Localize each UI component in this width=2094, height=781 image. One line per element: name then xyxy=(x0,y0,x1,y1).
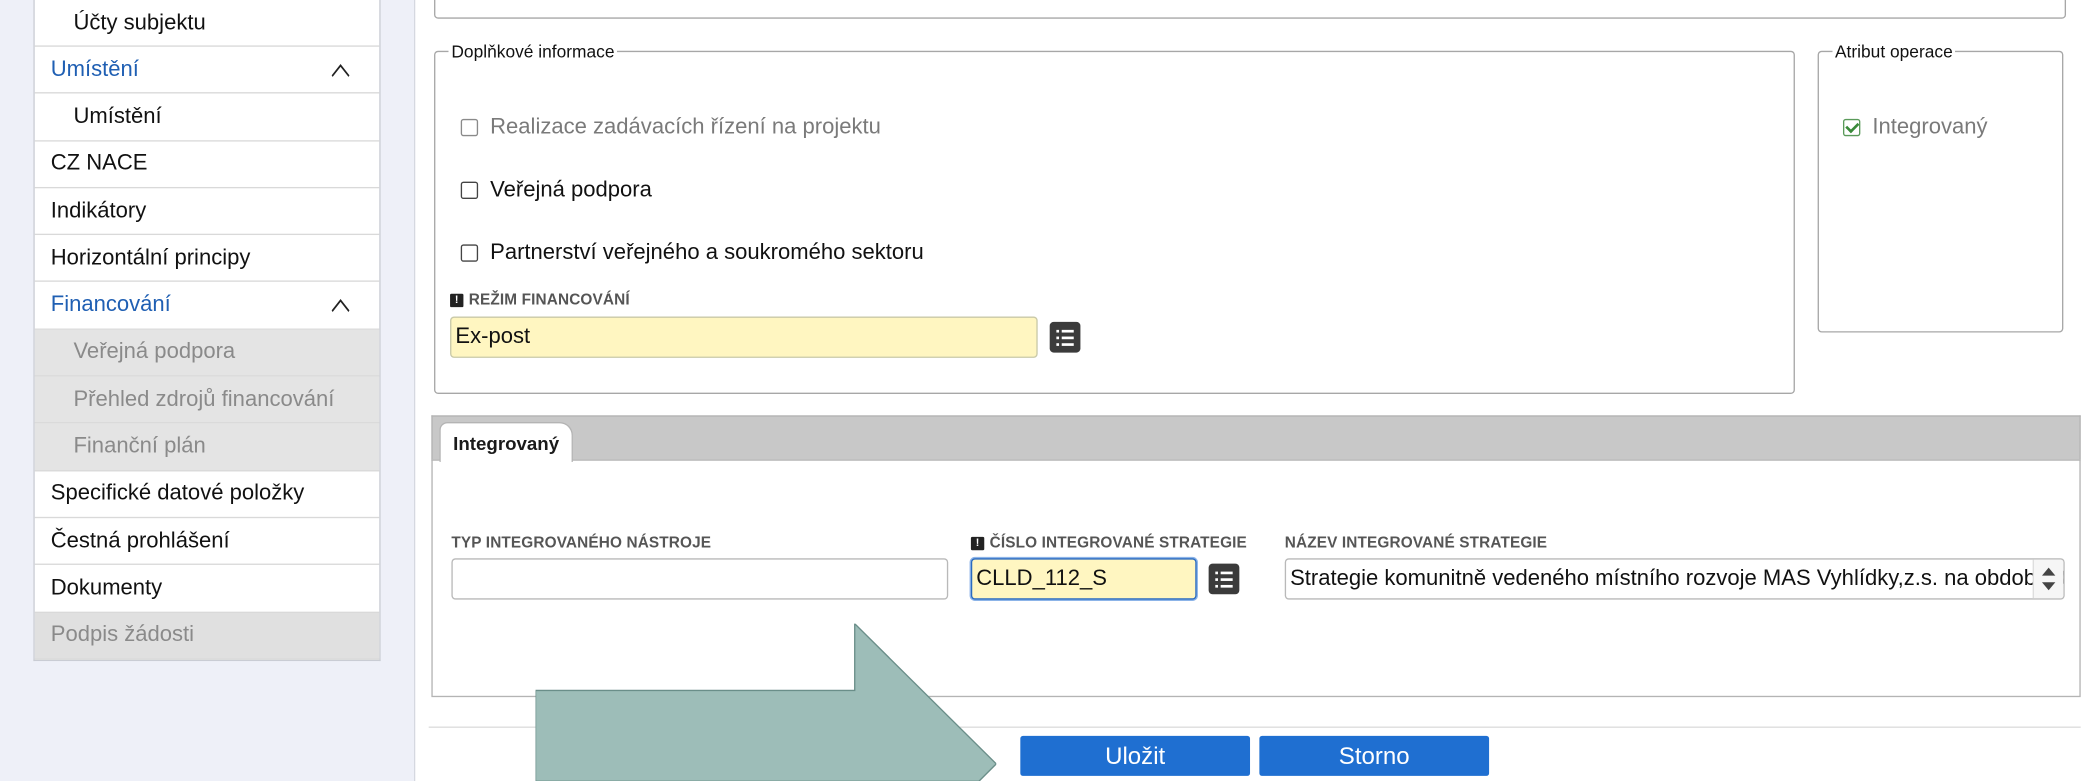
cislo-integrovane-strategie-label: ! ČÍSLO INTEGROVANÉ STRATEGIE xyxy=(970,535,1247,552)
tab-strip xyxy=(431,415,2081,461)
chevron-up-icon[interactable] xyxy=(331,61,350,80)
checkbox-label: Veřejná podpora xyxy=(490,177,652,202)
arrow-down-icon[interactable] xyxy=(2041,582,2056,591)
chevron-up-icon[interactable] xyxy=(331,297,350,316)
previous-section-frame xyxy=(434,0,2067,19)
cancel-button[interactable]: Storno xyxy=(1259,735,1490,776)
label-text: ČÍSLO INTEGROVANÉ STRATEGIE xyxy=(989,535,1247,552)
required-icon: ! xyxy=(450,293,464,308)
sidebar-item-umisteni[interactable]: Umístění xyxy=(34,94,380,142)
sidebar-item-horizontalni-principy[interactable]: Horizontální principy xyxy=(34,235,380,283)
verejna-podpora-checkbox[interactable] xyxy=(460,181,479,199)
panel-legend: Atribut operace xyxy=(1834,41,1953,62)
label-text: TYP INTEGROVANÉHO NÁSTROJE xyxy=(451,535,712,552)
label-text: REŽIM FINANCOVÁNÍ xyxy=(468,292,630,309)
typ-integrovaneho-nastroje-field[interactable] xyxy=(451,558,949,600)
nazev-integrovane-strategie-field[interactable]: Strategie komunitně vedeného místního ro… xyxy=(1284,558,2065,600)
panel-legend: Doplňkové informace xyxy=(451,41,615,62)
cislo-integrovane-strategie-field[interactable]: CLLD_112_S xyxy=(970,558,1197,600)
save-button[interactable]: Uložit xyxy=(1020,735,1251,776)
partnerstvi-checkbox-row: Partnerství veřejného a soukromého sekto… xyxy=(460,240,924,265)
atribut-operace-panel: Atribut operace Integrovaný xyxy=(1817,41,2064,333)
scroll-spinner[interactable] xyxy=(2032,559,2064,599)
sidebar-item-cestna-prohlaseni[interactable]: Čestná prohlášení xyxy=(34,518,380,566)
checkbox-label: Integrovaný xyxy=(1872,114,1988,139)
sidebar-nav: Účty subjektu Umístění Umístění CZ NACE … xyxy=(33,0,381,661)
verejna-podpora-checkbox-row: Veřejná podpora xyxy=(460,177,652,203)
sidebar-item-umisteni-section[interactable]: Umístění xyxy=(34,47,380,94)
list-select-icon[interactable] xyxy=(1049,321,1081,353)
sidebar-item-cz-nace[interactable]: CZ NACE xyxy=(34,141,380,189)
rezim-financovani-field[interactable]: Ex-post xyxy=(450,316,1038,358)
list-select-icon[interactable] xyxy=(1208,563,1240,595)
sidebar-item-verejna-podpora[interactable]: Veřejná podpora xyxy=(34,329,380,377)
sidebar-item-indikatory[interactable]: Indikátory xyxy=(34,188,380,236)
sidebar-item-podpis-zadosti[interactable]: Podpis žádosti xyxy=(34,612,380,660)
arrow-up-icon[interactable] xyxy=(2041,567,2056,576)
required-icon: ! xyxy=(970,536,985,551)
partnerstvi-checkbox[interactable] xyxy=(460,244,479,262)
checkbox-label: Realizace zadávacích řízení na projektu xyxy=(490,114,881,139)
sidebar-item-dokumenty[interactable]: Dokumenty xyxy=(34,565,380,613)
tab-integrovany[interactable]: Integrovaný xyxy=(439,422,573,463)
label-text: NÁZEV INTEGROVANÉ STRATEGIE xyxy=(1284,535,1548,552)
integrovany-checkbox-row: Integrovaný xyxy=(1842,114,1988,140)
checkbox-label: Partnerství veřejného a soukromého sekto… xyxy=(490,240,924,265)
sidebar-item-financovani-section[interactable]: Financování xyxy=(34,282,380,330)
doplnkove-informace-panel: Doplňkové informace Realizace zadávacích… xyxy=(434,41,1795,394)
sidebar-item-specificke-polozky[interactable]: Specifické datové položky xyxy=(34,471,380,519)
realizace-checkbox[interactable] xyxy=(460,118,479,137)
nazev-integrovane-strategie-label: NÁZEV INTEGROVANÉ STRATEGIE xyxy=(1285,536,1547,552)
integrovany-checkbox xyxy=(1842,118,1861,137)
sidebar-item-prehled-zdroju[interactable]: Přehled zdrojů financování xyxy=(34,376,380,424)
sidebar-item-ucty-subjektu[interactable]: Účty subjektu xyxy=(34,0,380,47)
sidebar-item-label: Financování xyxy=(50,292,171,317)
typ-integrovaneho-nastroje-label: TYP INTEGROVANÉHO NÁSTROJE xyxy=(451,536,711,552)
sidebar-item-financni-plan[interactable]: Finanční plán xyxy=(34,423,380,471)
field-value: Strategie komunitně vedeného místního ro… xyxy=(1290,566,2063,591)
realizace-zadavacich-rizeni-checkbox-row: Realizace zadávacích řízení na projektu xyxy=(460,114,881,140)
pointer-arrow-annotation xyxy=(535,623,997,781)
sidebar-item-label: Umístění xyxy=(50,56,139,81)
rezim-financovani-label: ! REŽIM FINANCOVÁNÍ xyxy=(450,292,630,309)
